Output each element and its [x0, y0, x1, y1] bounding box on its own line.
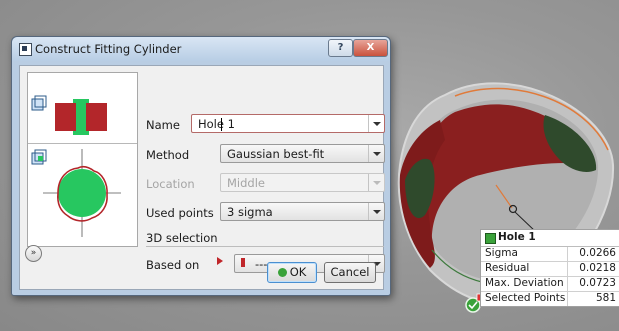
ok-button[interactable]: OK — [267, 262, 317, 283]
fit-ok-icon — [277, 268, 287, 277]
location-select-value: Middle — [227, 176, 265, 190]
cylinder-preview-panel — [27, 72, 138, 247]
based-on-label: Based on — [146, 258, 200, 272]
top-view-icon — [31, 149, 47, 165]
ok-button-label: OK — [289, 265, 307, 279]
cylinder-element-icon — [485, 233, 496, 244]
dialog-title: Construct Fitting Cylinder — [35, 42, 182, 56]
dialog-client-area: Name Hole 1 Method Gaussian best-fit Loc… — [19, 65, 385, 290]
info-key: Residual — [485, 262, 530, 274]
info-value: 0.0266 — [579, 247, 616, 259]
info-value: 0.0218 — [579, 262, 616, 274]
used-points-label: Used points — [146, 206, 214, 220]
section-title-3d-selection: 3D selection — [146, 231, 218, 245]
info-row-residual: Residual 0.0218 — [481, 262, 619, 277]
pick-marker-icon — [241, 258, 245, 267]
method-select[interactable]: Gaussian best-fit — [220, 144, 385, 163]
cylinder-preview-graphic — [31, 95, 121, 237]
side-view-icon — [31, 95, 47, 111]
chevron-down-icon[interactable] — [368, 115, 384, 132]
method-select-value: Gaussian best-fit — [227, 147, 325, 161]
chevron-down-icon[interactable] — [368, 145, 384, 162]
used-points-select[interactable]: 3 sigma — [220, 202, 385, 221]
cancel-button[interactable]: Cancel — [324, 262, 376, 283]
name-input[interactable]: Hole 1 — [191, 114, 385, 133]
section-divider — [146, 246, 384, 247]
measurement-info-box[interactable]: Hole 1 Sigma 0.0266 Residual 0.0218 Max.… — [480, 229, 619, 307]
info-row-selected-points: Selected Points 581 — [481, 292, 619, 306]
info-row-sigma: Sigma 0.0266 — [481, 247, 619, 262]
pick-arrow-icon — [217, 257, 223, 265]
preview-divider — [28, 143, 137, 144]
info-header: Hole 1 — [481, 230, 619, 247]
location-select: Middle — [220, 173, 385, 192]
close-button[interactable]: X — [353, 39, 388, 57]
window-app-icon — [19, 43, 32, 56]
chevron-down-icon — [368, 174, 384, 191]
help-button[interactable]: ? — [328, 39, 353, 57]
text-caret — [221, 118, 222, 131]
info-key: Sigma — [485, 247, 518, 259]
location-label: Location — [146, 177, 195, 191]
double-chevron-down-icon: » — [30, 248, 37, 258]
info-value: 581 — [595, 292, 616, 304]
info-value: 0.0723 — [579, 277, 616, 289]
based-on-select-value: --- — [255, 257, 268, 271]
info-key: Selected Points — [485, 292, 566, 304]
chevron-down-icon[interactable] — [368, 203, 384, 220]
cancel-button-label: Cancel — [330, 265, 370, 279]
name-label: Name — [146, 118, 180, 132]
info-key: Max. Deviation — [485, 277, 564, 289]
method-label: Method — [146, 148, 190, 162]
info-row-max-deviation: Max. Deviation 0.0723 — [481, 277, 619, 292]
name-input-text: Hole 1 — [198, 117, 235, 131]
used-points-select-value: 3 sigma — [227, 205, 273, 219]
expand-options-button[interactable]: » — [25, 245, 42, 262]
info-title: Hole 1 — [498, 231, 536, 243]
construct-fitting-cylinder-dialog[interactable]: Construct Fitting Cylinder ? X Name Hole… — [11, 36, 391, 296]
preview-cylinder-top — [58, 169, 106, 217]
dialog-titlebar[interactable]: Construct Fitting Cylinder ? X — [12, 37, 390, 61]
